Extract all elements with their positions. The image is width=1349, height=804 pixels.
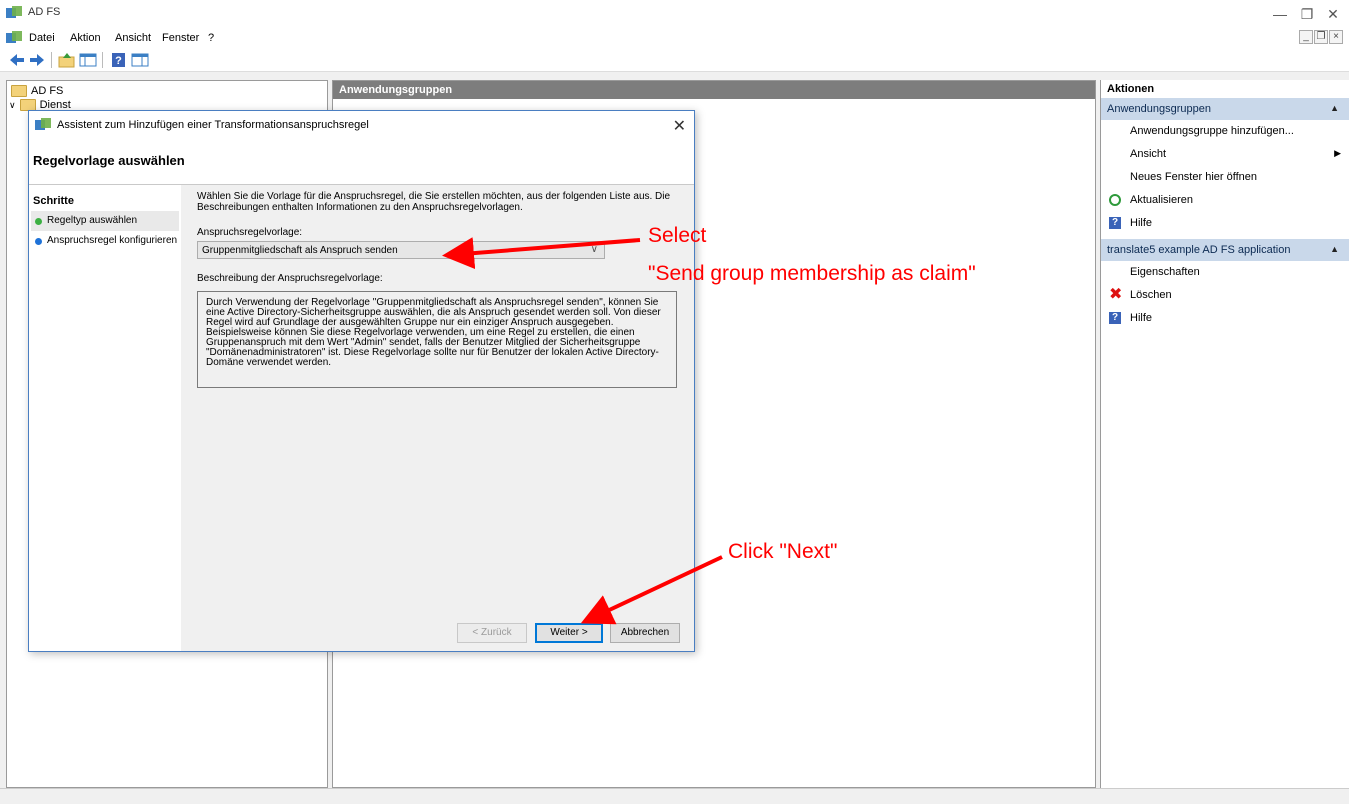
action-help[interactable]: ? Hilfe bbox=[1101, 212, 1349, 235]
minimize-icon[interactable]: — bbox=[1265, 4, 1295, 24]
dialog-content: Wählen Sie die Vorlage für die Anspruchs… bbox=[183, 185, 696, 651]
step-configure-claim-rule[interactable]: Anspruchsregel konfigurieren bbox=[31, 231, 179, 251]
step-select-rule-type[interactable]: Regeltyp auswählen bbox=[31, 211, 179, 231]
action-new-window[interactable]: Neues Fenster hier öffnen bbox=[1101, 166, 1349, 189]
action-label: Hilfe bbox=[1130, 217, 1153, 229]
tree-item-label: AD FS bbox=[31, 85, 64, 97]
steps-panel: Schritte Regeltyp auswählen Anspruchsreg… bbox=[29, 185, 181, 651]
window-title: AD FS bbox=[28, 6, 61, 18]
refresh-icon bbox=[1109, 194, 1121, 206]
menu-fenster[interactable]: Fenster bbox=[162, 32, 199, 44]
action-view[interactable]: Ansicht ▶ bbox=[1101, 143, 1349, 166]
action-add-application-group[interactable]: Anwendungsgruppe hinzufügen... bbox=[1101, 120, 1349, 143]
action-label: Neues Fenster hier öffnen bbox=[1130, 171, 1257, 183]
step-status-dot-icon bbox=[35, 218, 42, 225]
collapse-up-icon[interactable]: ▲ bbox=[1330, 103, 1339, 113]
title-bar: AD FS — ❐ ✕ bbox=[0, 0, 1349, 28]
cancel-button[interactable]: Abbrechen bbox=[610, 623, 680, 643]
mdi-close-icon[interactable]: × bbox=[1329, 30, 1343, 44]
close-icon[interactable]: ✕ bbox=[1318, 4, 1348, 24]
action-label: Aktualisieren bbox=[1130, 194, 1193, 206]
action-label: Eigenschaften bbox=[1130, 266, 1200, 278]
actions-section-anwendungsgruppen[interactable]: Anwendungsgruppen ▲ bbox=[1101, 98, 1349, 120]
menu-aktion[interactable]: Aktion bbox=[70, 32, 101, 44]
center-pane-header: Anwendungsgruppen bbox=[333, 81, 1095, 99]
show-hide-tree-icon[interactable] bbox=[79, 52, 97, 68]
show-hide-action-pane-icon[interactable] bbox=[131, 52, 149, 68]
chevron-down-icon: ∨ bbox=[590, 244, 598, 255]
annotation-select-detail: "Send group membership as claim" bbox=[648, 262, 976, 285]
step-label: Anspruchsregel konfigurieren bbox=[47, 235, 178, 246]
action-delete[interactable]: ✖ Löschen bbox=[1101, 284, 1349, 307]
actions-section-application[interactable]: translate5 example AD FS application ▲ bbox=[1101, 239, 1349, 261]
toolbar-separator bbox=[51, 52, 52, 68]
adfs-app-icon bbox=[6, 6, 22, 18]
svg-text:?: ? bbox=[115, 55, 122, 67]
page-title: Regelvorlage auswählen bbox=[33, 153, 185, 168]
chevron-down-icon[interactable]: ∨ bbox=[9, 100, 16, 111]
template-description-box: Durch Verwendung der Regelvorlage "Grupp… bbox=[197, 291, 677, 388]
next-button[interactable]: Weiter > bbox=[535, 623, 603, 643]
action-help-2[interactable]: ? Hilfe bbox=[1101, 307, 1349, 330]
menu-bar: Datei Aktion Ansicht Fenster ? _ ❐ × bbox=[0, 28, 1349, 48]
folder-icon bbox=[11, 85, 27, 97]
claim-rule-template-dropdown[interactable]: Gruppenmitgliedschaft als Anspruch sende… bbox=[197, 241, 605, 259]
template-label: Anspruchsregelvorlage: bbox=[197, 227, 303, 238]
menu-ansicht[interactable]: Ansicht bbox=[115, 32, 151, 44]
toolbar: ? bbox=[0, 48, 1349, 72]
action-label: Hilfe bbox=[1130, 312, 1153, 324]
submenu-arrow-icon: ▶ bbox=[1334, 148, 1341, 158]
dropdown-selected-value: Gruppenmitgliedschaft als Anspruch sende… bbox=[202, 245, 398, 256]
section-title: Anwendungsgruppen bbox=[1107, 103, 1211, 115]
action-label: Ansicht bbox=[1130, 148, 1167, 160]
toolbar-separator bbox=[102, 52, 103, 68]
steps-title: Schritte bbox=[33, 195, 74, 207]
delete-icon: ✖ bbox=[1109, 286, 1123, 303]
section-title: translate5 example AD FS application bbox=[1107, 244, 1291, 256]
back-arrow-icon[interactable] bbox=[8, 52, 26, 68]
action-label: Löschen bbox=[1130, 289, 1172, 301]
mdi-minimize-icon[interactable]: _ bbox=[1299, 30, 1313, 44]
menu-help[interactable]: ? bbox=[208, 32, 214, 44]
description-label: Beschreibung der Anspruchsregelvorlage: bbox=[197, 273, 383, 284]
adfs-dialog-icon bbox=[35, 118, 51, 130]
step-status-dot-icon bbox=[35, 238, 42, 245]
forward-arrow-icon[interactable] bbox=[28, 52, 46, 68]
dialog-close-icon[interactable]: ✕ bbox=[673, 116, 686, 136]
collapse-up-icon[interactable]: ▲ bbox=[1330, 244, 1339, 254]
dialog-title-bar: Assistent zum Hinzufügen einer Transform… bbox=[29, 111, 694, 139]
actions-header: Aktionen bbox=[1101, 80, 1349, 98]
help-icon: ? bbox=[1109, 312, 1121, 324]
action-properties[interactable]: Eigenschaften bbox=[1101, 261, 1349, 284]
wizard-dialog: Assistent zum Hinzufügen einer Transform… bbox=[28, 110, 695, 652]
help-icon: ? bbox=[1109, 217, 1121, 229]
dialog-title: Assistent zum Hinzufügen einer Transform… bbox=[57, 119, 369, 131]
menu-datei[interactable]: Datei bbox=[29, 32, 55, 44]
back-button[interactable]: < Zurück bbox=[457, 623, 527, 643]
adfs-menu-icon[interactable] bbox=[6, 31, 22, 45]
annotation-click-next: Click "Next" bbox=[728, 540, 838, 563]
mdi-restore-icon[interactable]: ❐ bbox=[1314, 30, 1328, 44]
action-refresh[interactable]: Aktualisieren bbox=[1101, 189, 1349, 212]
up-folder-icon[interactable] bbox=[58, 52, 76, 68]
status-bar bbox=[0, 788, 1349, 804]
dialog-header: Regelvorlage auswählen bbox=[29, 139, 694, 185]
help-toolbar-icon[interactable]: ? bbox=[110, 52, 128, 68]
actions-pane: Aktionen Anwendungsgruppen ▲ Anwendungsg… bbox=[1100, 80, 1349, 788]
step-label: Regeltyp auswählen bbox=[47, 215, 138, 226]
mdi-controls: _ ❐ × bbox=[1299, 30, 1343, 44]
intro-text: Wählen Sie die Vorlage für die Anspruchs… bbox=[197, 191, 671, 213]
annotation-select: Select bbox=[648, 224, 707, 247]
action-label: Anwendungsgruppe hinzufügen... bbox=[1130, 125, 1294, 137]
